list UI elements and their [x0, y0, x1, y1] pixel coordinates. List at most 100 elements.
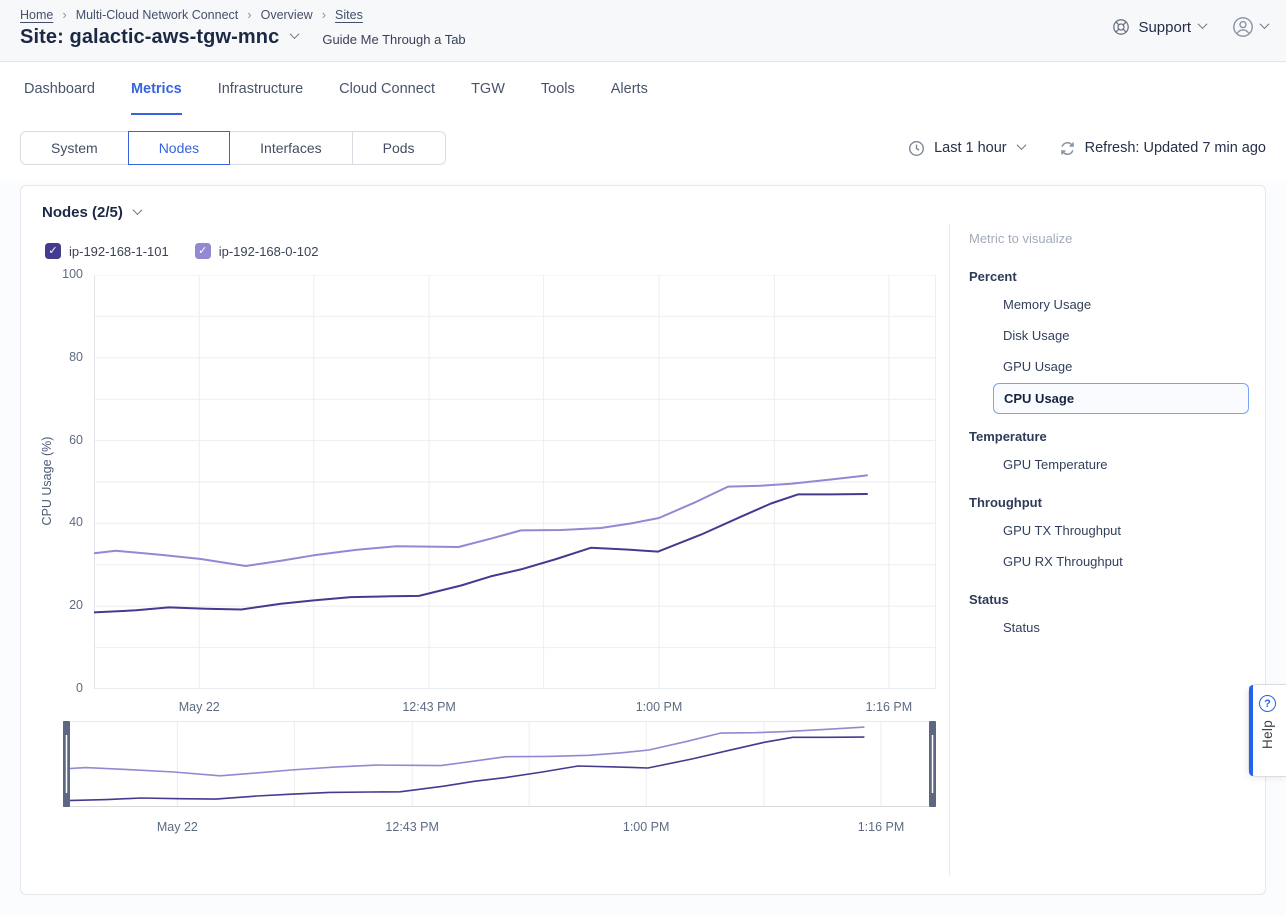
- nodes-panel: Nodes (2/5) ✓ ip-192-168-1-101 ✓ ip-192-168…: [20, 185, 1266, 895]
- legend-item-ip-192-168-0-102[interactable]: ✓ ip-192-168-0-102: [195, 243, 319, 259]
- brush-x-tick-1-00-pm: 1:00 PM: [596, 820, 696, 834]
- x-tick-may-22: May 22: [149, 700, 249, 714]
- metric-groups: PercentMemory UsageDisk UsageGPU UsageCP…: [969, 267, 1250, 643]
- series-line-ip-192-168-0-102: [94, 475, 867, 566]
- breadcrumb-item-multi-cloud-network-connect[interactable]: Multi-Cloud Network Connect: [76, 8, 239, 22]
- chart-legend: ✓ ip-192-168-1-101 ✓ ip-192-168-0-102: [45, 243, 318, 259]
- y-tick-40: 40: [43, 515, 83, 529]
- legend-label: ip-192-168-0-102: [219, 244, 319, 259]
- y-tick-0: 0: [43, 681, 83, 695]
- chevron-right-icon: ›: [322, 7, 326, 22]
- series-line-ip-192-168-1-101: [94, 494, 867, 612]
- tab-infrastructure[interactable]: Infrastructure: [218, 63, 303, 115]
- guide-me-link[interactable]: Guide Me Through a Tab: [322, 32, 465, 47]
- brush-x-tick-12-43-pm: 12:43 PM: [362, 820, 462, 834]
- page-title: Site: galactic-aws-tgw-mnc: [20, 26, 279, 49]
- brush-series-line-ip-192-168-0-102: [63, 727, 864, 776]
- header-actions: Support: [1112, 16, 1268, 38]
- panel-title: Nodes (2/5): [42, 204, 123, 221]
- page-header: Home › Multi-Cloud Network Connect › Overvie…: [0, 0, 1286, 62]
- checkbox-checked-icon[interactable]: ✓: [195, 243, 211, 259]
- tab-cloud-connect[interactable]: Cloud Connect: [339, 63, 435, 115]
- support-menu[interactable]: Support: [1112, 18, 1206, 36]
- support-label: Support: [1138, 19, 1191, 36]
- time-range-selector[interactable]: Last 1 hour: [908, 140, 1025, 157]
- subtab-system[interactable]: System: [20, 131, 129, 165]
- metric-option-gpu-tx-throughput[interactable]: GPU TX Throughput: [969, 515, 1250, 546]
- x-tick-1-00-pm: 1:00 PM: [609, 700, 709, 714]
- account-menu[interactable]: [1232, 16, 1268, 38]
- time-range-value: Last 1 hour: [934, 140, 1007, 156]
- brush-x-tick-1-16-pm: 1:16 PM: [831, 820, 931, 834]
- checkbox-checked-icon[interactable]: ✓: [45, 243, 61, 259]
- metric-group-label-temperature: Temperature: [969, 427, 1250, 449]
- metric-sidebar: Metric to visualize PercentMemory UsageD…: [969, 231, 1250, 656]
- breadcrumb-item-home[interactable]: Home: [20, 8, 53, 22]
- checkmark-icon: ✓: [48, 246, 57, 257]
- metric-group-label-percent: Percent: [969, 267, 1250, 289]
- panel-title-row[interactable]: Nodes (2/5): [42, 204, 141, 221]
- metric-option-gpu-temperature[interactable]: GPU Temperature: [969, 449, 1250, 480]
- user-avatar-icon: [1232, 16, 1254, 38]
- y-tick-80: 80: [43, 350, 83, 364]
- brush-handle-left[interactable]: [63, 721, 70, 807]
- chevron-down-icon: [1016, 140, 1026, 150]
- breadcrumb-item-overview[interactable]: Overview: [261, 8, 313, 22]
- chevron-down-icon: [132, 205, 142, 215]
- chevron-down-icon: [1260, 19, 1270, 29]
- brush-overview-chart[interactable]: [63, 721, 936, 807]
- site-selector-chevron-down-icon[interactable]: [290, 29, 300, 39]
- metric-option-status[interactable]: Status: [969, 612, 1250, 643]
- y-tick-100: 100: [43, 267, 83, 281]
- lifebuoy-icon: [1112, 18, 1130, 36]
- refresh-button[interactable]: Refresh: Updated 7 min ago: [1059, 140, 1266, 157]
- metric-option-cpu-usage[interactable]: CPU Usage: [993, 383, 1249, 414]
- metric-option-gpu-rx-throughput[interactable]: GPU RX Throughput: [969, 546, 1250, 577]
- tab-tgw[interactable]: TGW: [471, 63, 505, 115]
- breadcrumb-item-sites[interactable]: Sites: [335, 8, 363, 22]
- refresh-icon: [1059, 140, 1076, 157]
- metric-group-status: StatusStatus: [969, 590, 1250, 643]
- metric-sidebar-title: Metric to visualize: [969, 231, 1250, 246]
- chevron-down-icon: [1198, 19, 1208, 29]
- metric-option-memory-usage[interactable]: Memory Usage: [969, 289, 1250, 320]
- chevron-right-icon: ›: [62, 7, 66, 22]
- x-tick-12-43-pm: 12:43 PM: [379, 700, 479, 714]
- subtab-pods[interactable]: Pods: [352, 131, 446, 165]
- controls-row: SystemNodesInterfacesPods Last 1 hour Re…: [0, 115, 1286, 181]
- metric-option-disk-usage[interactable]: Disk Usage: [969, 320, 1250, 351]
- subtab-interfaces[interactable]: Interfaces: [229, 131, 352, 165]
- tab-alerts[interactable]: Alerts: [611, 63, 648, 115]
- y-axis-label: CPU Usage (%): [40, 437, 54, 526]
- metric-group-percent: PercentMemory UsageDisk UsageGPU UsageCP…: [969, 267, 1250, 414]
- y-tick-60: 60: [43, 433, 83, 447]
- tab-bar: Dashboard Metrics Infrastructure Cloud Conn…: [0, 63, 1286, 115]
- metric-option-gpu-usage[interactable]: GPU Usage: [969, 351, 1250, 382]
- cpu-usage-line-chart[interactable]: [94, 275, 936, 689]
- brush-series-line-ip-192-168-1-101: [63, 737, 864, 801]
- metric-group-temperature: TemperatureGPU Temperature: [969, 427, 1250, 480]
- sidebar-divider: [949, 224, 950, 876]
- tab-dashboard[interactable]: Dashboard: [24, 63, 95, 115]
- chevron-right-icon: ›: [247, 7, 251, 22]
- metric-group-label-throughput: Throughput: [969, 493, 1250, 515]
- metric-group-label-status: Status: [969, 590, 1250, 612]
- tab-metrics[interactable]: Metrics: [131, 63, 182, 115]
- checkmark-icon: ✓: [198, 246, 207, 257]
- help-button[interactable]: ? Help: [1248, 684, 1286, 777]
- brush-handle-right[interactable]: [929, 721, 936, 807]
- question-circle-icon: ?: [1259, 695, 1276, 712]
- x-tick-1-16-pm: 1:16 PM: [839, 700, 939, 714]
- metric-group-throughput: ThroughputGPU TX ThroughputGPU RX Throug…: [969, 493, 1250, 577]
- brush-x-tick-may-22: May 22: [127, 820, 227, 834]
- site-title-row: Site: galactic-aws-tgw-mnc Guide Me Thro…: [20, 26, 466, 49]
- refresh-status: Refresh: Updated 7 min ago: [1085, 140, 1266, 156]
- legend-item-ip-192-168-1-101[interactable]: ✓ ip-192-168-1-101: [45, 243, 169, 259]
- tab-tools[interactable]: Tools: [541, 63, 575, 115]
- legend-label: ip-192-168-1-101: [69, 244, 169, 259]
- help-label: Help: [1260, 720, 1275, 749]
- subtab-group: SystemNodesInterfacesPods: [20, 131, 446, 165]
- breadcrumb: Home › Multi-Cloud Network Connect › Overvie…: [20, 7, 363, 22]
- y-tick-20: 20: [43, 598, 83, 612]
- subtab-nodes[interactable]: Nodes: [128, 131, 230, 165]
